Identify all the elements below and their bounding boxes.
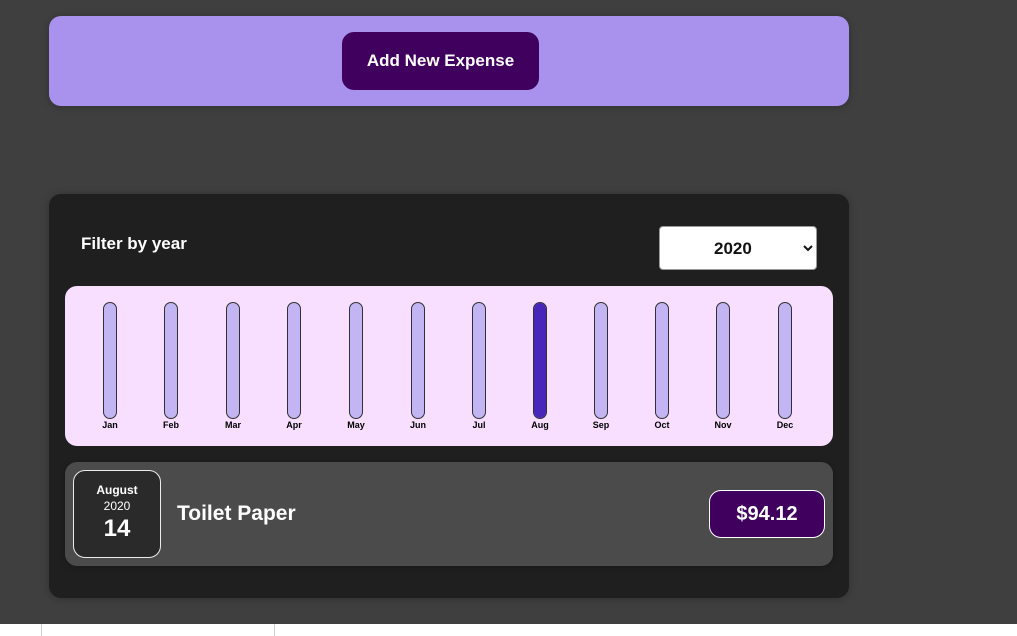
year-filter-select[interactable]: 2020 [659,226,817,270]
chart-bar-track [533,302,547,419]
chart-bar-track [716,302,730,419]
chart-bar-label: Jan [102,420,118,430]
strip-divider [41,624,42,636]
chart-bar-label: Aug [531,420,549,430]
chart-bar-jul: Jul [449,302,509,438]
expense-date: August 2020 14 [73,470,161,558]
chart-bar-apr: Apr [264,302,324,438]
chart-bar-track [655,302,669,419]
expenses-chart: Jan Feb Mar Apr May Jun Jul Aug Sep Oct Nov Dec [65,286,833,446]
chart-bar-oct: Oct [632,302,692,438]
chart-bar-mar: Mar [203,302,263,438]
chart-bar-sep: Sep [571,302,631,438]
chart-bar-nov: Nov [693,302,753,438]
bottom-strip [0,624,1017,636]
chart-bar-feb: Feb [141,302,201,438]
expense-price: $94.12 [709,490,825,538]
expense-date-month: August [96,483,138,497]
expense-tracker-page: Add New Expense Filter by year 2020 Jan F… [0,0,1017,636]
expense-date-year: 2020 [103,499,131,513]
chart-bar-track [472,302,486,419]
filter-by-year-label: Filter by year [81,234,187,253]
chart-bar-label: Nov [714,420,732,430]
chart-bar-jan: Jan [80,302,140,438]
chart-bar-label: Dec [776,420,794,430]
new-expense-panel: Add New Expense [49,16,849,106]
chart-bar-track [411,302,425,419]
add-new-expense-button[interactable]: Add New Expense [342,32,539,90]
chart-bar-label: Feb [162,420,179,430]
expense-title: Toilet Paper [177,502,296,525]
chart-bar-label: Jun [409,420,426,430]
chart-bar-track [226,302,240,419]
chart-bar-label: Apr [286,420,302,430]
chart-bar-track [594,302,608,419]
chart-bar-track [778,302,792,419]
chart-bar-label: Mar [224,420,241,430]
chart-bar-aug: Aug [510,302,570,438]
chart-bar-label: May [347,420,365,430]
chart-bar-track [287,302,301,419]
chart-bar-may: May [326,302,386,438]
chart-bar-fill [534,303,546,418]
chart-bar-track [103,302,117,419]
chart-bar-track [349,302,363,419]
chart-bar-jun: Jun [388,302,448,438]
expense-date-day: 14 [103,515,131,542]
chart-bar-track [164,302,178,419]
expenses-card: Filter by year 2020 Jan Feb Mar Apr May Jun Ju… [49,194,849,598]
strip-divider [274,624,275,636]
chart-bar-dec: Dec [755,302,815,438]
chart-bar-label: Jul [472,420,486,430]
chart-bar-label: Oct [654,420,670,430]
chart-bar-label: Sep [592,420,610,430]
expense-item[interactable]: August 2020 14 Toilet Paper $94.12 [65,462,833,566]
